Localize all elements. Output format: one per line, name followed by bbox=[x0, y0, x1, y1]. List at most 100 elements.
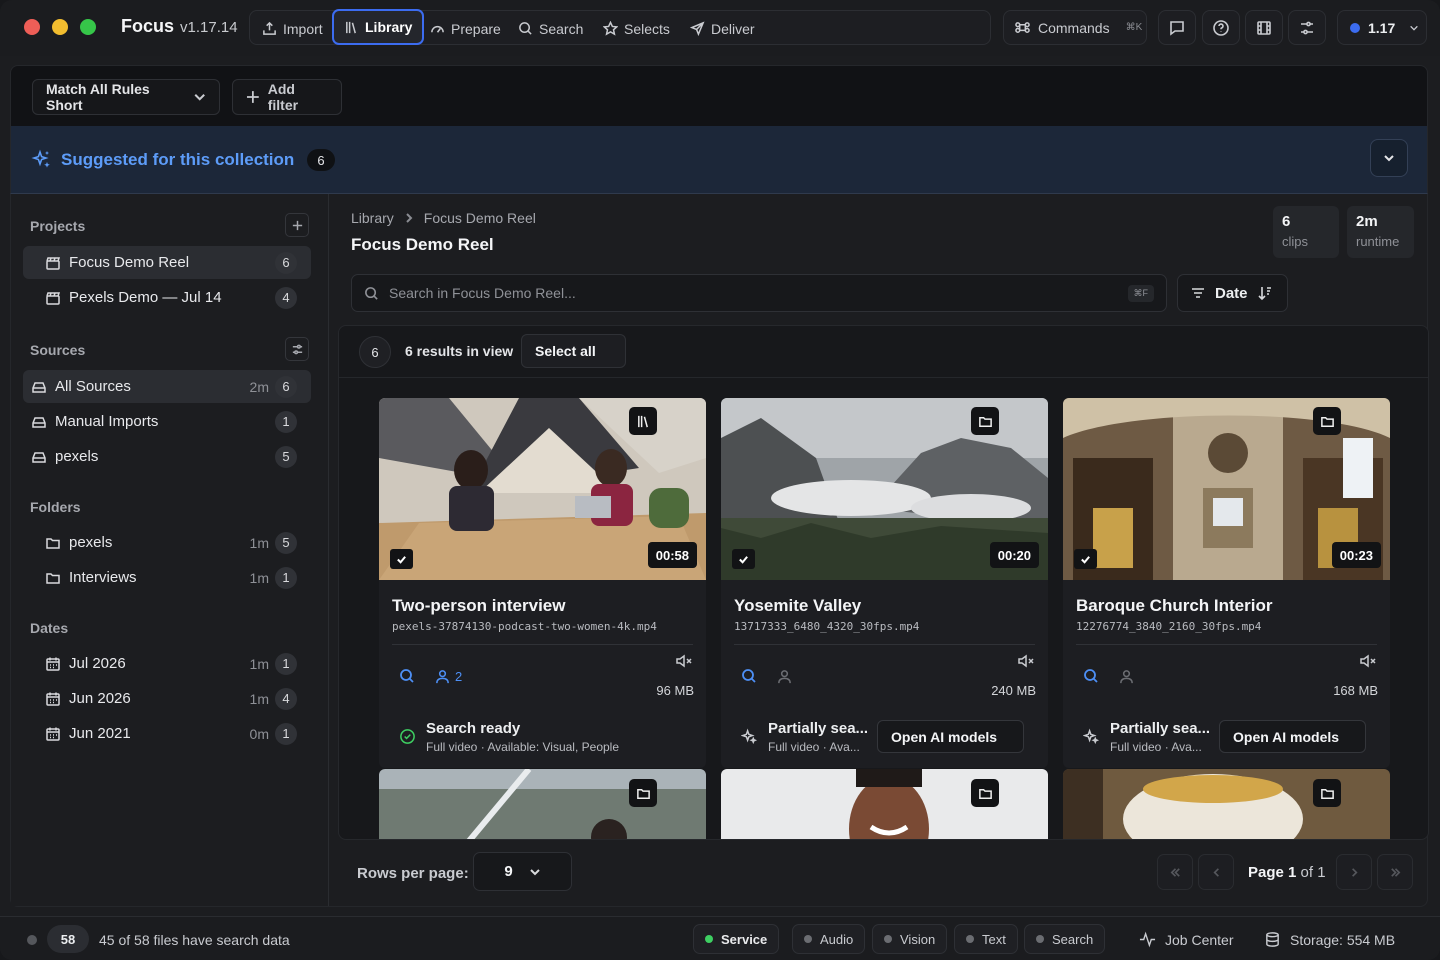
search-chip[interactable]: Search bbox=[1024, 924, 1106, 954]
chevron-down-icon bbox=[1384, 155, 1394, 162]
sidebar-item-source[interactable]: All Sources 2m 6 bbox=[23, 370, 311, 403]
pagination: Rows per page: 9 Page 1 of 1 bbox=[330, 840, 1429, 906]
suggested-toggle-button[interactable] bbox=[1370, 139, 1408, 177]
settings-button[interactable] bbox=[1288, 10, 1326, 45]
dates-heading: Dates bbox=[30, 620, 69, 636]
nav-selects[interactable]: Selects bbox=[597, 16, 676, 41]
sort-button[interactable]: Date bbox=[1177, 274, 1288, 312]
open-ai-models-button[interactable]: Open AI models bbox=[1219, 720, 1366, 753]
clip-card[interactable] bbox=[379, 769, 706, 839]
people-count[interactable]: 2 bbox=[435, 669, 462, 684]
sidebar-item-count: 5 bbox=[275, 445, 297, 468]
clip-type-badge bbox=[1313, 407, 1341, 435]
sidebar-item-source[interactable]: Manual Imports 1 bbox=[23, 405, 311, 438]
next-page-button[interactable] bbox=[1336, 854, 1372, 890]
prev-page-button[interactable] bbox=[1198, 854, 1234, 890]
nav-prepare[interactable]: Prepare bbox=[424, 16, 507, 41]
page-current: 1 bbox=[1288, 864, 1297, 881]
feedback-button[interactable] bbox=[1158, 10, 1196, 45]
breadcrumb-library[interactable]: Library bbox=[351, 210, 394, 226]
storage-indicator[interactable]: Storage: 554 MB bbox=[1264, 931, 1395, 948]
status-dot-icon bbox=[1036, 935, 1044, 943]
sidebar-item-count: 1 bbox=[275, 410, 297, 433]
sidebar-item-date[interactable]: Jul 2026 1m 1 bbox=[23, 647, 311, 680]
chip-label: Text bbox=[982, 931, 1006, 947]
clip-card[interactable] bbox=[721, 769, 1048, 839]
sources-settings-button[interactable] bbox=[285, 337, 309, 361]
clip-thumbnail[interactable]: 00:20 bbox=[721, 398, 1048, 580]
clip-duration: 00:58 bbox=[647, 542, 697, 568]
version-menu[interactable]: 1.17 bbox=[1337, 10, 1427, 45]
stat-value: 2m bbox=[1356, 213, 1378, 230]
sidebar-item-label: Jul 2026 bbox=[69, 655, 126, 672]
add-project-button[interactable] bbox=[285, 213, 309, 237]
page-total: 1 bbox=[1317, 864, 1326, 881]
clip-thumbnail[interactable]: 00:23 bbox=[1063, 398, 1390, 580]
match-rules-dropdown[interactable]: Match All Rules Short bbox=[32, 79, 220, 115]
add-filter-button[interactable]: Add filter bbox=[232, 79, 342, 115]
status-bar: 58 45 of 58 files have search data Servi… bbox=[0, 916, 1440, 960]
service-chip[interactable]: Service bbox=[693, 924, 780, 954]
clip-checkbox[interactable] bbox=[390, 549, 413, 569]
sidebar-item-date[interactable]: Jun 2026 1m 4 bbox=[23, 682, 311, 715]
clip-card[interactable]: 00:58 Two-person interview pexels-378741… bbox=[379, 398, 706, 768]
results-text: 6 results in view bbox=[405, 343, 514, 359]
nav-import[interactable]: Import bbox=[256, 16, 329, 41]
maximize-window-button[interactable] bbox=[80, 19, 96, 35]
search-enabled-icon[interactable] bbox=[399, 668, 415, 684]
people-count[interactable] bbox=[777, 669, 792, 684]
vision-chip[interactable]: Vision bbox=[872, 924, 948, 954]
chevron-right-icon bbox=[1351, 867, 1358, 877]
person-icon bbox=[436, 670, 449, 684]
sliders-icon bbox=[292, 344, 302, 354]
sources-heading: Sources bbox=[30, 342, 86, 358]
help-button[interactable] bbox=[1202, 10, 1240, 45]
drive-icon bbox=[32, 381, 46, 393]
commands-button[interactable]: Commands ⌘K bbox=[1003, 10, 1147, 45]
select-all-button[interactable]: Select all bbox=[521, 334, 626, 368]
job-center-button[interactable]: Job Center bbox=[1139, 931, 1233, 948]
last-page-button[interactable] bbox=[1377, 854, 1413, 890]
sidebar-item-folder[interactable]: pexels 1m 5 bbox=[23, 526, 311, 559]
search-input[interactable] bbox=[389, 285, 1118, 301]
sidebar-item-count: 6 bbox=[275, 375, 297, 398]
people-count[interactable] bbox=[1119, 669, 1134, 684]
clip-card[interactable]: 00:23 Baroque Church Interior 12276774_3… bbox=[1063, 398, 1390, 768]
checkmark-icon bbox=[1081, 555, 1090, 564]
sidebar-item-source[interactable]: pexels 5 bbox=[23, 440, 311, 473]
page-indicator: Page 1 of 1 bbox=[1248, 864, 1326, 881]
first-page-button[interactable] bbox=[1157, 854, 1193, 890]
search-enabled-icon[interactable] bbox=[1083, 668, 1099, 684]
film-button[interactable] bbox=[1245, 10, 1283, 45]
app-brand: Focus v1.17.14 bbox=[121, 16, 238, 37]
nav-library[interactable]: Library bbox=[332, 9, 425, 45]
audio-chip[interactable]: Audio bbox=[792, 924, 866, 954]
nav-deliver[interactable]: Deliver bbox=[684, 16, 761, 41]
storage-label: Storage: 554 MB bbox=[1290, 931, 1396, 948]
minimize-window-button[interactable] bbox=[52, 19, 68, 35]
clip-thumbnail-image bbox=[379, 769, 706, 839]
results-toolbar: 6 6 results in view Select all bbox=[339, 326, 1428, 378]
sidebar-item-folder[interactable]: Interviews 1m 1 bbox=[23, 561, 311, 594]
search-icon bbox=[519, 22, 532, 35]
clip-thumbnail[interactable]: 00:58 bbox=[379, 398, 706, 580]
text-chip[interactable]: Text bbox=[954, 924, 1018, 954]
sidebar-item-project[interactable]: Focus Demo Reel 6 bbox=[23, 246, 311, 279]
nav-search[interactable]: Search bbox=[512, 16, 589, 41]
close-window-button[interactable] bbox=[24, 19, 40, 35]
clip-card[interactable] bbox=[1063, 769, 1390, 839]
help-icon bbox=[1213, 19, 1229, 36]
suggested-banner[interactable]: Suggested for this collection 6 bbox=[10, 126, 1428, 194]
clip-card[interactable]: 00:20 Yosemite Valley 13717333_6480_4320… bbox=[721, 398, 1048, 768]
open-ai-models-button[interactable]: Open AI models bbox=[877, 720, 1024, 753]
clip-checkbox[interactable] bbox=[732, 549, 755, 569]
sidebar-item-project[interactable]: Pexels Demo — Jul 14 4 bbox=[23, 281, 311, 314]
clip-checkbox[interactable] bbox=[1074, 549, 1097, 569]
sidebar-item-meta: 1m bbox=[249, 534, 269, 551]
search-enabled-icon[interactable] bbox=[741, 668, 757, 684]
rows-per-page-select[interactable]: 9 bbox=[473, 852, 572, 891]
library-icon bbox=[637, 415, 648, 427]
nav-import-label: Import bbox=[283, 20, 323, 37]
chip-label: Vision bbox=[900, 931, 936, 947]
sidebar-item-date[interactable]: Jun 2021 0m 1 bbox=[23, 717, 311, 750]
